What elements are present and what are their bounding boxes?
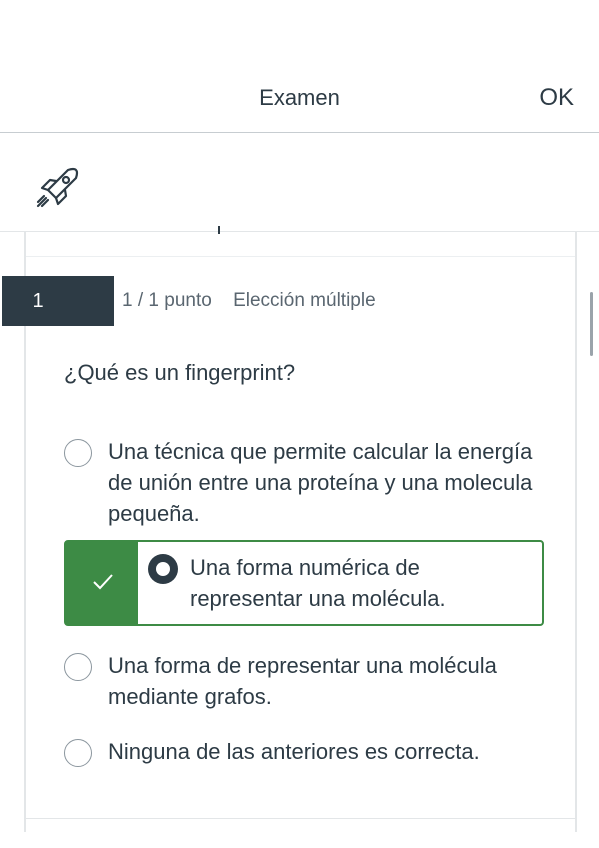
question-card: 1 1 / 1 punto Elección múltiple ¿Qué es … (2, 226, 577, 832)
page-title: Examen (259, 85, 340, 110)
divider (26, 256, 575, 257)
answer-label: Una forma de representar una molécula me… (108, 653, 497, 709)
question-number-badge: 1 (2, 276, 114, 326)
question-meta: 1 / 1 punto Elección múltiple (122, 290, 376, 312)
answer-label: Una técnica que permite calcular la ener… (108, 439, 533, 526)
answer-option[interactable]: Una técnica que permite calcular la ener… (64, 436, 544, 529)
check-icon (93, 574, 113, 590)
answer-option[interactable]: Ninguna de las anteriores es correcta. (64, 736, 544, 767)
question-points: 1 / 1 punto (122, 290, 212, 311)
toolbar (0, 133, 599, 232)
ok-button[interactable]: OK (539, 84, 574, 112)
radio-button[interactable] (64, 739, 92, 767)
correct-answer-option[interactable]: Una forma numérica de representar una mo… (64, 540, 544, 626)
radio-button[interactable] (64, 653, 92, 681)
answer-label: Una forma numérica de representar una mo… (190, 555, 446, 611)
correct-badge (66, 542, 138, 624)
rocket-icon[interactable] (34, 164, 82, 212)
answer-option[interactable]: Una forma de representar una molécula me… (64, 650, 544, 712)
radio-button[interactable] (64, 439, 92, 467)
question-text: ¿Qué es un fingerprint? (64, 360, 296, 385)
answer-label: Ninguna de las anteriores es correcta. (108, 739, 480, 764)
divider (26, 818, 575, 819)
scrollbar[interactable] (590, 292, 593, 356)
question-number: 1 (32, 289, 44, 312)
divider-stub (218, 226, 220, 234)
radio-button-selected[interactable] (148, 554, 178, 584)
question-type: Elección múltiple (233, 290, 376, 311)
header: Examen OK (0, 0, 599, 133)
